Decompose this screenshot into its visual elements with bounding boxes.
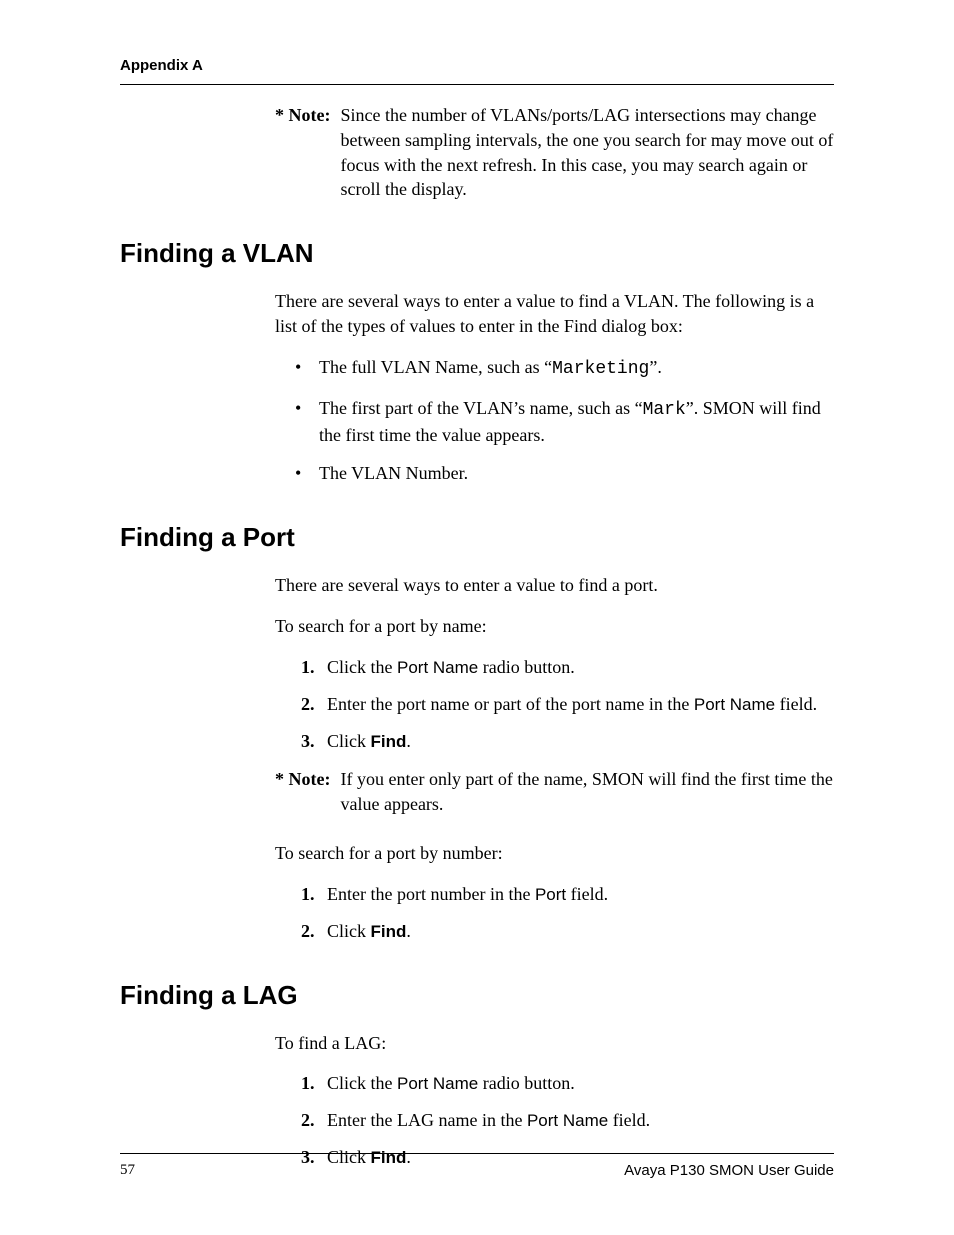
list-item: Enter the port name or part of the port … (301, 692, 834, 717)
text: . (406, 731, 411, 751)
text: The VLAN Number. (319, 463, 468, 483)
vlan-intro: There are several ways to enter a value … (275, 289, 834, 339)
page-number: 57 (120, 1162, 135, 1179)
text: ”. (649, 357, 662, 377)
heading-finding-vlan: Finding a VLAN (120, 238, 834, 269)
note: * Note: Since the number of VLANs/ports/… (275, 103, 834, 202)
list-item: Click Find. (301, 919, 834, 944)
text: field. (566, 884, 608, 904)
text: field. (608, 1110, 650, 1130)
list-item: Click the Port Name radio button. (301, 655, 834, 680)
note-text: If you enter only part of the name, SMON… (340, 767, 834, 817)
text: Click (327, 921, 371, 941)
port-byname-steps: Click the Port Name radio button. Enter … (301, 655, 834, 753)
header-rule (120, 84, 834, 85)
ui-label: Port Name (397, 1074, 478, 1093)
ui-label: Port Name (397, 658, 478, 677)
list-item: Click the Port Name radio button. (301, 1071, 834, 1096)
code-text: Marketing (552, 359, 649, 379)
ui-label-bold: Find (371, 922, 407, 941)
vlan-section: There are several ways to enter a value … (275, 289, 834, 486)
port-intro: There are several ways to enter a value … (275, 573, 834, 598)
heading-finding-port: Finding a Port (120, 522, 834, 553)
list-item: The first part of the VLAN’s name, such … (295, 396, 834, 448)
list-item: Click Find. (301, 729, 834, 754)
ui-label: Port (535, 885, 566, 904)
list-item: Enter the port number in the Port field. (301, 882, 834, 907)
page-footer: 57 Avaya P130 SMON User Guide (120, 1147, 834, 1179)
note-label: * Note: (275, 103, 340, 202)
heading-finding-lag: Finding a LAG (120, 980, 834, 1011)
footer-title: Avaya P130 SMON User Guide (624, 1162, 834, 1179)
list-item: Enter the LAG name in the Port Name fiel… (301, 1108, 834, 1133)
ui-label-bold: Find (371, 732, 407, 751)
port-bynum-lead: To search for a port by number: (275, 841, 834, 866)
list-item: The full VLAN Name, such as “Marketing”. (295, 355, 834, 382)
footer-line: 57 Avaya P130 SMON User Guide (120, 1162, 834, 1179)
text: The first part of the VLAN’s name, such … (319, 398, 643, 418)
document-page: Appendix A * Note: Since the number of V… (0, 0, 954, 1235)
text: Click the (327, 657, 397, 677)
port-bynum-steps: Enter the port number in the Port field.… (301, 882, 834, 944)
text: Click the (327, 1073, 397, 1093)
text: radio button. (478, 657, 575, 677)
text: The full VLAN Name, such as “ (319, 357, 552, 377)
footer-rule (120, 1153, 834, 1154)
ui-label: Port Name (527, 1111, 608, 1130)
note-label: * Note: (275, 767, 340, 817)
lag-intro: To find a LAG: (275, 1031, 834, 1056)
running-header: Appendix A (120, 57, 834, 74)
text: radio button. (478, 1073, 575, 1093)
list-item: The VLAN Number. (295, 461, 834, 486)
text: Enter the port number in the (327, 884, 535, 904)
vlan-bullet-list: The full VLAN Name, such as “Marketing”.… (295, 355, 834, 486)
note-text: Since the number of VLANs/ports/LAG inte… (340, 103, 834, 202)
note: * Note: If you enter only part of the na… (275, 767, 834, 817)
code-text: Mark (643, 400, 686, 420)
port-section: There are several ways to enter a value … (275, 573, 834, 943)
ui-label: Port Name (694, 695, 775, 714)
text: Enter the port name or part of the port … (327, 694, 694, 714)
port-byname-lead: To search for a port by name: (275, 614, 834, 639)
text: Click (327, 731, 371, 751)
text: Enter the LAG name in the (327, 1110, 527, 1130)
text: . (406, 921, 411, 941)
text: field. (775, 694, 817, 714)
top-note-block: * Note: Since the number of VLANs/ports/… (275, 103, 834, 202)
